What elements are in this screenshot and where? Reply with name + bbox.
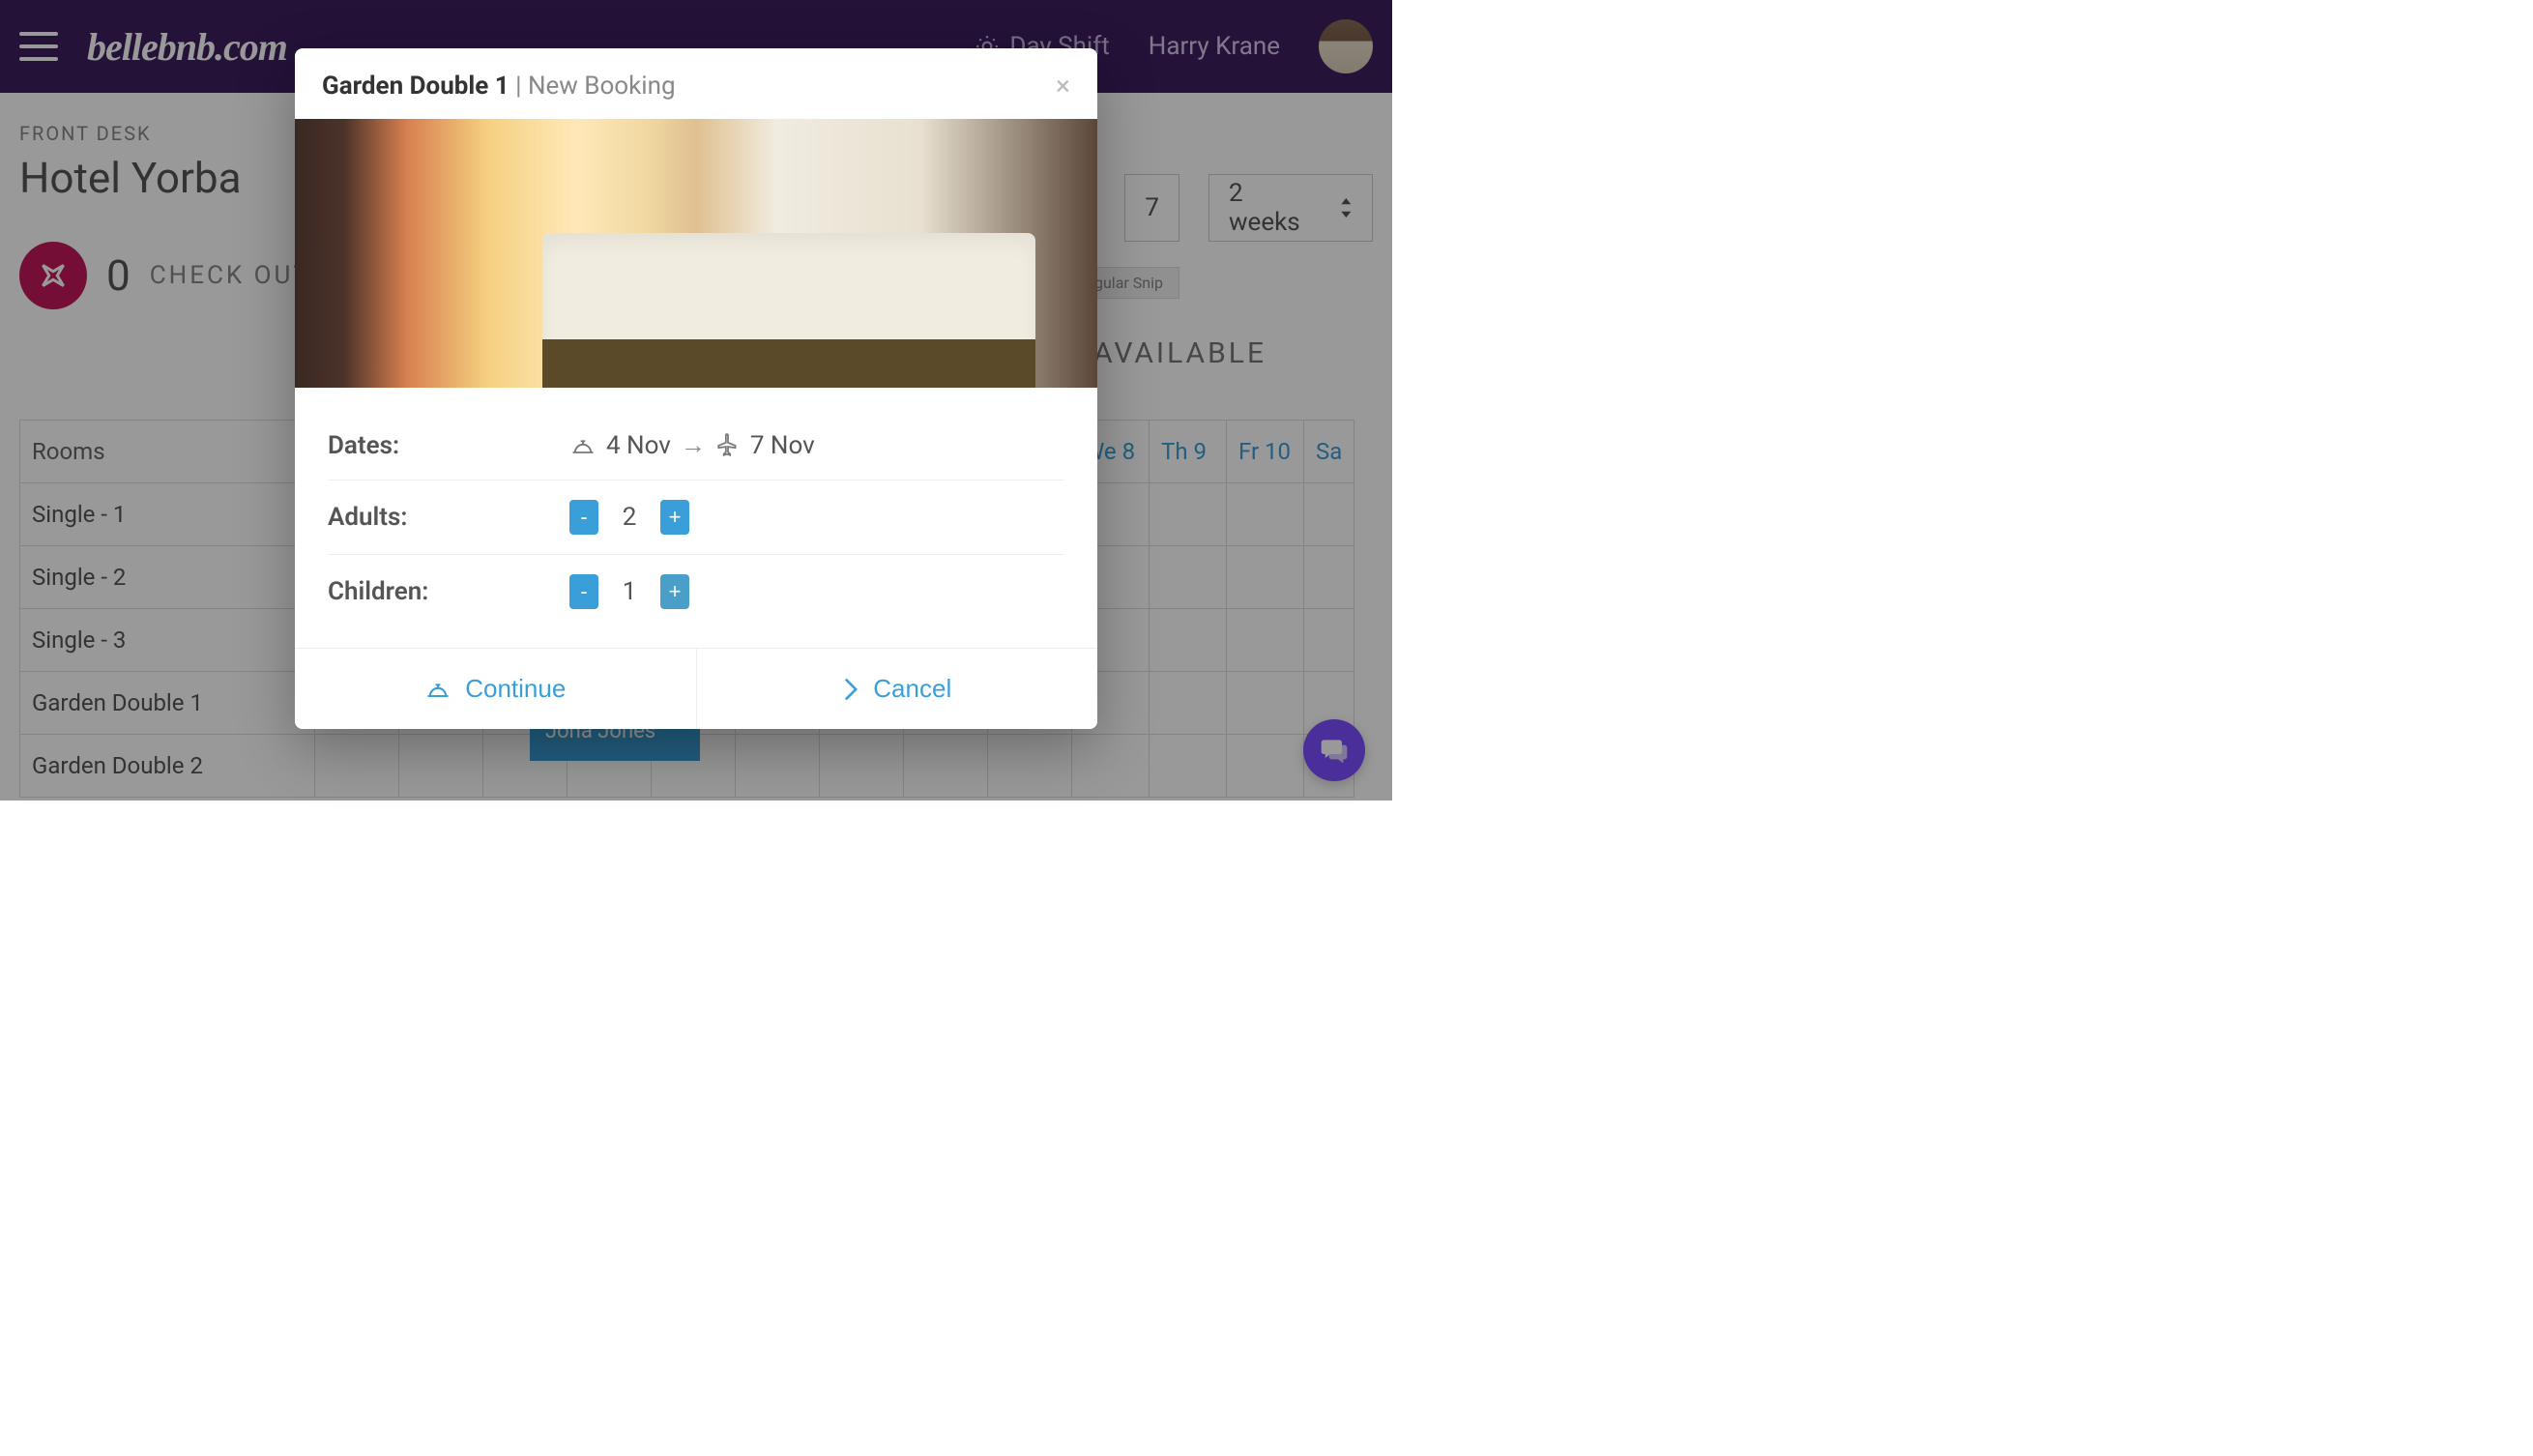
new-booking-modal: Garden Double 1 | New Booking × Dates: 4… [295, 48, 1097, 729]
close-button[interactable]: × [1056, 70, 1070, 102]
adults-decrement[interactable]: - [569, 500, 598, 535]
arrow-icon: → [681, 430, 706, 460]
children-value: 1 [620, 577, 639, 606]
children-label: Children: [328, 577, 569, 606]
adults-stepper: - 2 + [569, 500, 689, 535]
cancel-button[interactable]: Cancel [697, 649, 1098, 729]
dates-value: 4 Nov → 7 Nov [569, 430, 815, 460]
chevron-right-icon [842, 677, 859, 702]
bell-icon [424, 679, 451, 700]
children-increment[interactable]: + [660, 574, 689, 609]
children-decrement[interactable]: - [569, 574, 598, 609]
room-image [295, 119, 1097, 388]
modal-title: Garden Double 1 | New Booking [322, 72, 676, 101]
continue-button[interactable]: Continue [295, 649, 697, 729]
adults-value: 2 [620, 503, 639, 532]
adults-label: Adults: [328, 503, 569, 532]
bell-icon [569, 435, 597, 456]
adults-increment[interactable]: + [660, 500, 689, 535]
dates-label: Dates: [328, 431, 569, 460]
plane-icon [715, 433, 741, 458]
children-stepper: - 1 + [569, 574, 689, 609]
